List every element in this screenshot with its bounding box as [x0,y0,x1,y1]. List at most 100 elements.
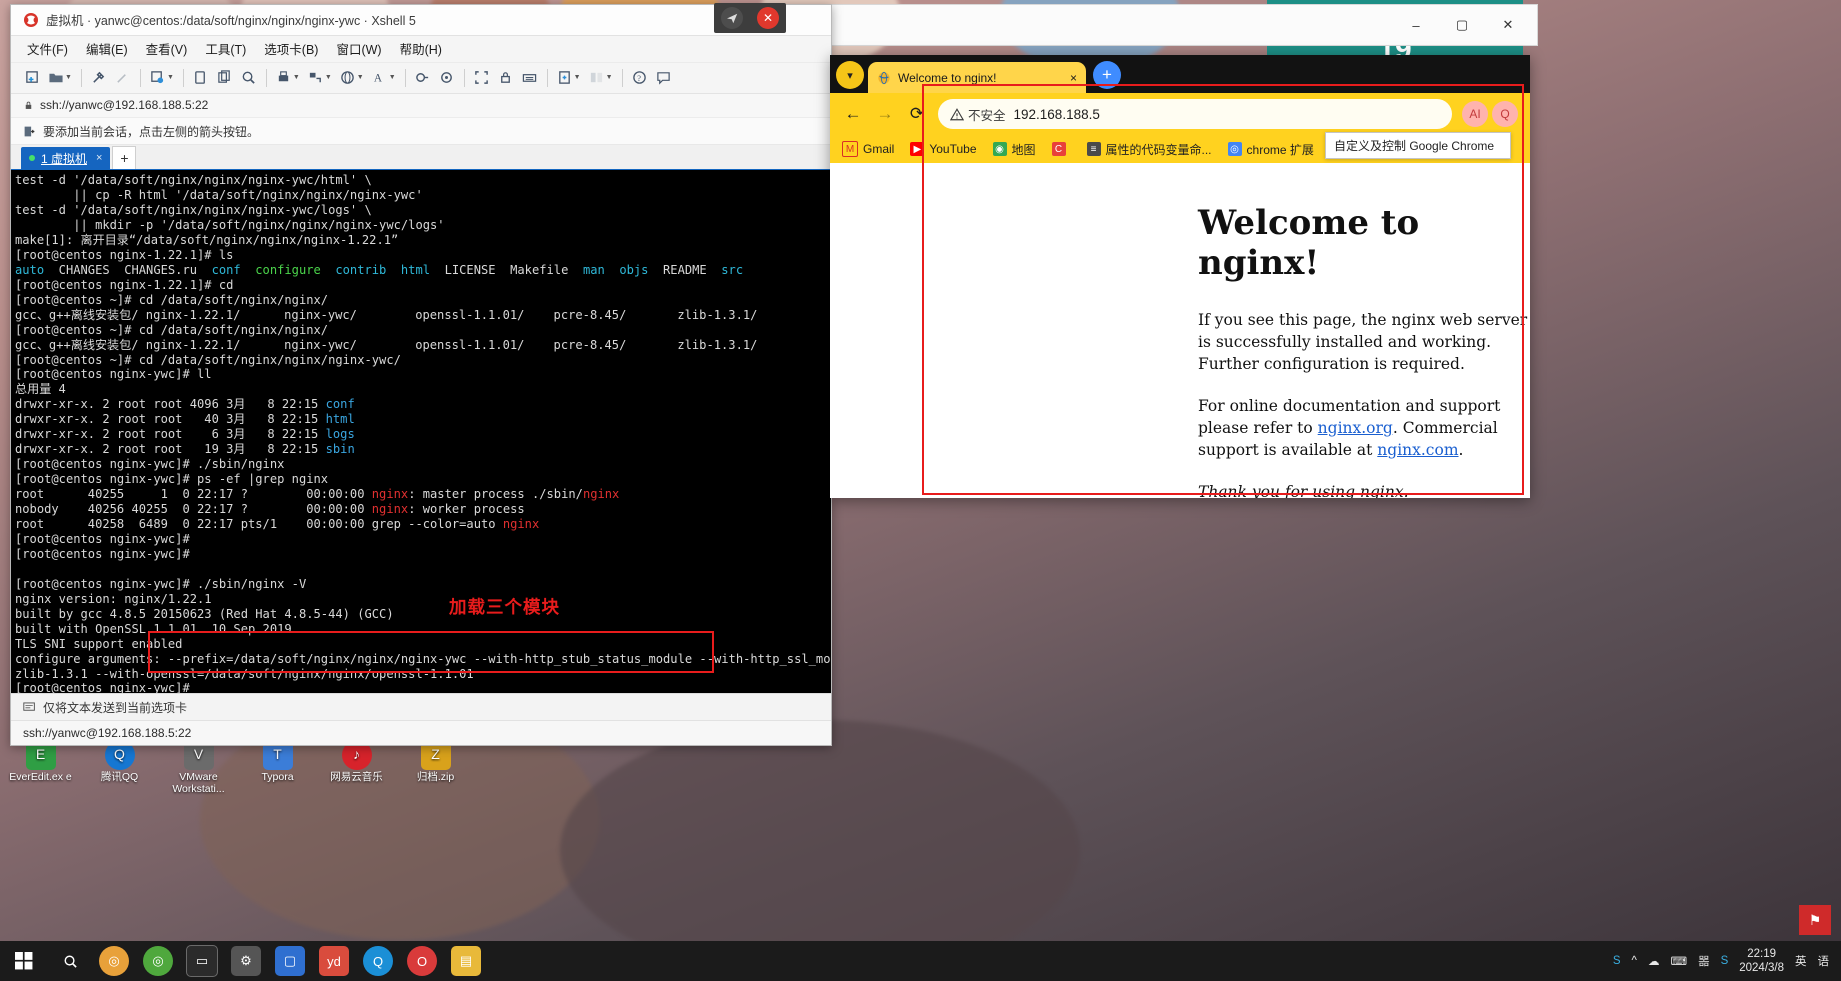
new-tab-button[interactable]: + [112,146,136,169]
menu-window[interactable]: 窗口(W) [334,37,383,60]
chevron-down-icon[interactable]: ▼ [574,74,581,81]
chevron-down-icon[interactable]: ▼ [293,74,300,81]
terminal-line: test -d '/data/soft/nginx/nginx/nginx-yw… [15,173,831,188]
close-icon[interactable]: ✕ [757,7,779,29]
notification-flag-button[interactable]: ⚑ [1799,905,1831,935]
keyboard-icon[interactable] [519,67,541,89]
ssh-key-icon[interactable] [412,67,434,89]
open-folder-icon[interactable] [45,67,67,89]
layout-icon[interactable] [586,67,608,89]
address-bar[interactable]: 不安全 192.168.188.5 [938,99,1452,129]
insecure-badge[interactable]: 不安全 [950,105,1006,124]
copy-session-icon[interactable] [190,67,212,89]
new-tab-button[interactable]: + [1093,61,1121,89]
bookmark-gmail[interactable]: M Gmail [842,141,894,157]
new-session-icon[interactable] [21,67,43,89]
add-bookmark-icon[interactable] [554,67,576,89]
chrome-menu-tooltip: 自定义及控制 Google Chrome [1325,132,1511,159]
close-button[interactable]: ✕ [1485,6,1531,44]
send-to-tab-icon [23,701,36,713]
menu-view[interactable]: 查看(V) [144,37,190,60]
taskbar-app-settings[interactable]: ⚙ [224,941,268,981]
terminal-line: [root@centos nginx-ywc]# ./sbin/nginx -V [15,577,831,592]
tray-cloud-icon[interactable]: ☁ [1648,954,1660,968]
find-icon[interactable] [238,67,260,89]
taskbar-app-youdao[interactable]: yd [312,941,356,981]
font-icon[interactable]: A [369,67,391,89]
disconnect-icon[interactable] [112,67,134,89]
close-icon[interactable]: × [1070,71,1077,85]
chevron-down-icon[interactable]: ▼ [65,74,72,81]
menu-tools[interactable]: 工具(T) [203,37,248,60]
close-icon[interactable]: × [96,152,102,164]
xshell-address-bar[interactable]: ssh://yanwc@192.168.188.5:22 [11,94,831,119]
send-icon[interactable] [721,7,743,29]
desktop-icon-typora[interactable]: T Typora [245,740,310,795]
tray-expand-icon[interactable]: ^ [1632,955,1637,967]
taskbar-app-chrome-canary[interactable]: ◎ [136,941,180,981]
chrome-canary-icon: ◎ [143,946,173,976]
desktop-icon-vmware[interactable]: V VMware Workstati... [166,740,231,795]
reload-button[interactable]: ⟳ [906,103,928,125]
back-button[interactable]: ← [842,103,864,125]
menu-help[interactable]: 帮助(H) [398,37,444,60]
ai-icon[interactable]: AI [1462,101,1488,127]
taskbar-app-opera[interactable]: O [400,941,444,981]
taskbar-app-chrome[interactable]: ◎ [92,941,136,981]
chrome-tab-welcome-to-nginx[interactable]: Welcome to nginx! × [868,62,1086,93]
session-properties-icon[interactable] [147,67,169,89]
desktop-icon-netease-music[interactable]: ♪ 网易云音乐 [324,740,389,795]
taskbar-clock[interactable]: 22:19 2024/3/8 [1739,947,1784,975]
print-icon[interactable] [273,67,295,89]
taskbar-search-button[interactable] [48,941,92,981]
desktop-icon-archive-zip[interactable]: Z 归档.zip [403,740,468,795]
desktop-icon-everedit[interactable]: E EverEdit.ex e [8,740,73,795]
transfer-icon[interactable] [305,67,327,89]
bookmark-chrome-extensions[interactable]: ◎ chrome 扩展 [1228,141,1314,158]
bookmark-maps[interactable]: ◉ 地图 [993,141,1036,158]
lock-icon[interactable] [495,67,517,89]
taskbar-app-explorer[interactable]: ▤ [444,941,488,981]
tray-sync-icon[interactable]: S [1721,955,1729,967]
taskbar-app-qq[interactable]: Q [356,941,400,981]
fullscreen-icon[interactable] [471,67,493,89]
forward-button[interactable]: → [874,103,896,125]
ime-language[interactable]: 语 [1818,953,1830,969]
chevron-down-icon[interactable]: ▼ [357,74,364,81]
taskbar-app-vmware[interactable]: ▢ [268,941,312,981]
terminal-output[interactable]: test -d '/data/soft/nginx/nginx/nginx-yw… [11,170,831,693]
help-icon[interactable]: ? [629,67,651,89]
chevron-down-icon[interactable]: ▾ [836,61,864,89]
tray-network-icon[interactable]: 噐 [1698,953,1710,969]
nginx-org-link[interactable]: nginx.org [1318,419,1393,437]
session-tab-1[interactable]: 1 虚拟机 × [21,147,110,169]
connect-icon[interactable] [88,67,110,89]
desktop-icon-qq[interactable]: Q 腾讯QQ [87,740,152,795]
bookmark-doc[interactable]: ≡ 属性的代码变量命... [1087,141,1212,158]
chevron-down-icon[interactable]: ▼ [167,74,174,81]
menu-edit[interactable]: 编辑(E) [84,37,130,60]
bookmark-csdn[interactable]: C [1052,142,1071,156]
globe-icon[interactable] [337,67,359,89]
key-manager-icon[interactable] [436,67,458,89]
ime-indicator[interactable]: 英 [1795,953,1807,969]
start-button[interactable] [0,941,48,981]
bookmark-youtube[interactable]: ▶ YouTube [910,142,976,156]
xshell-titlebar[interactable]: 虚拟机 · yanwc@centos:/data/soft/nginx/ngin… [11,5,831,36]
page-paragraph-3: Thank you for using nginx. [1198,481,1528,498]
nginx-com-link[interactable]: nginx.com [1377,441,1458,459]
terminal-line: drwxr-xr-x. 2 root root 6 3月 8 22:15 log… [15,427,831,442]
minimize-button[interactable]: – [1393,6,1439,44]
menu-tabs[interactable]: 选项卡(B) [262,37,320,60]
search-icon[interactable]: Q [1492,101,1518,127]
chevron-down-icon[interactable]: ▼ [325,74,332,81]
clock-date: 2024/3/8 [1739,961,1784,975]
taskbar-app-terminal[interactable]: ▭ [180,941,224,981]
paste-icon[interactable] [214,67,236,89]
menu-file[interactable]: 文件(F) [25,37,70,60]
tray-keyboard-icon[interactable]: ⌨ [1670,954,1687,968]
tray-icon-s[interactable]: S [1613,955,1621,967]
chevron-down-icon[interactable]: ▼ [389,74,396,81]
comment-icon[interactable] [653,67,675,89]
maximize-button[interactable]: ▢ [1439,6,1485,44]
